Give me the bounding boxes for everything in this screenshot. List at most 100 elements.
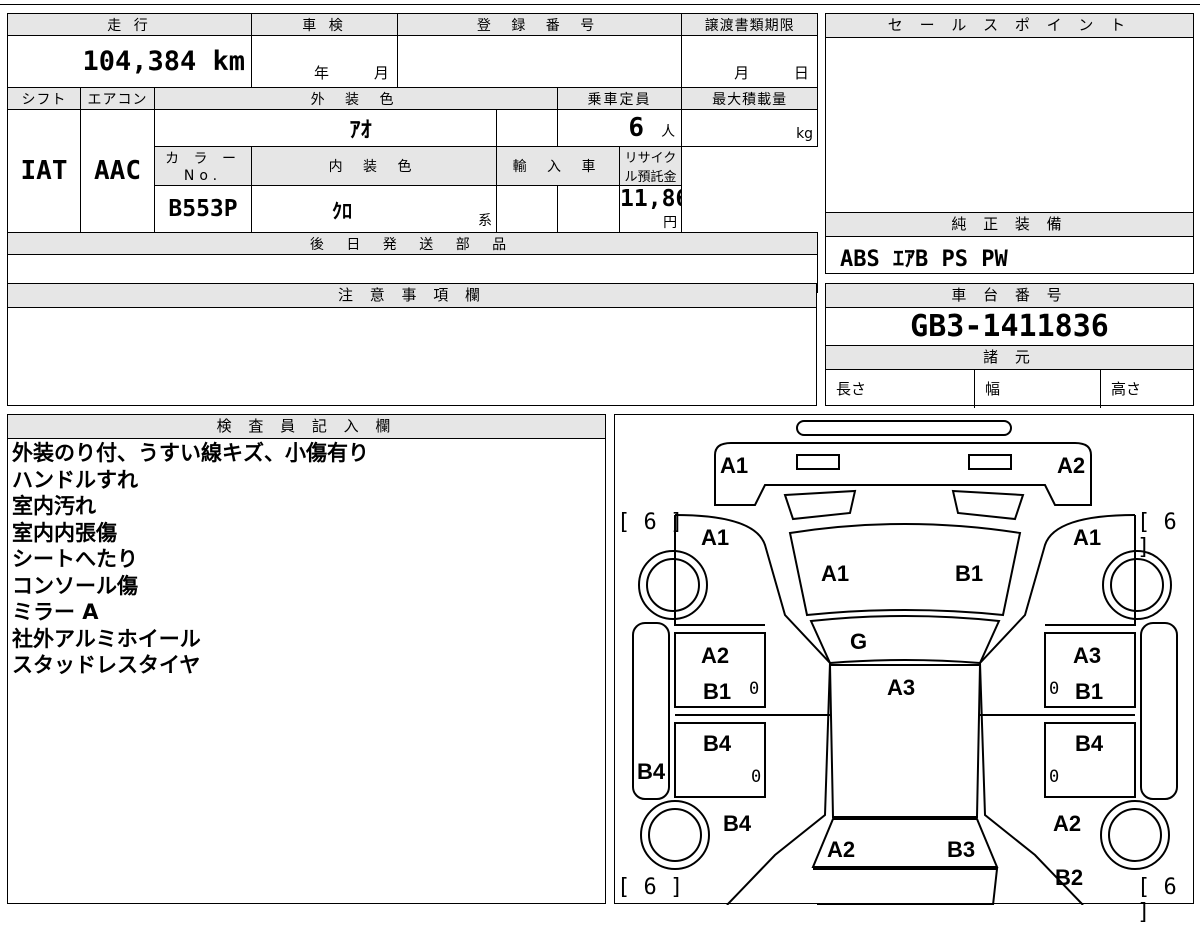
genuine-equipment-value: ABS ｴｱB PS PW: [840, 247, 1008, 272]
windshield-shape: [809, 615, 1001, 665]
chassis-box: 車 台 番 号 GB3-1411836 諸 元 長さ 幅 高さ: [825, 283, 1194, 408]
capacity-unit: 人: [661, 124, 676, 140]
diag-label-rear-fender-right: A2: [1053, 811, 1082, 836]
diag-label-fender-right: A1: [1073, 525, 1102, 550]
zero-mark: 0: [749, 679, 760, 699]
later-parts-label: 後 日 発 送 部 品: [6, 232, 819, 255]
diag-label-rear-right: B2: [1055, 865, 1084, 890]
diag-label-front-right: A2: [1057, 453, 1086, 478]
wheel-rear-right: [1100, 800, 1170, 870]
interior-color-value-cell: ｸﾛ 系: [251, 185, 498, 233]
diag-label-trunk-right: B3: [947, 837, 976, 862]
wheel-front-right: [1102, 550, 1172, 620]
front-bumper-shape: [796, 420, 1012, 436]
capacity-value-cell: 6 人: [557, 109, 683, 147]
diag-label-door-fr-1: A3: [1073, 643, 1102, 668]
capacity-value: 6: [628, 113, 644, 143]
diag-label-hood-left: A1: [821, 561, 850, 586]
exterior-color-value: ｱｵ: [349, 118, 372, 143]
recycle-value: 11,860: [620, 186, 681, 213]
inspector-label: 検 査 員 記 入 欄: [8, 415, 605, 439]
tire-depth-value: 6: [643, 875, 657, 900]
front-end-shape: [714, 442, 1092, 506]
import-value-cell-2: [557, 185, 621, 233]
ac-value-cell: AAC: [80, 109, 155, 233]
spec-length: 長さ: [826, 370, 975, 408]
diag-label-windshield: G: [850, 629, 868, 654]
mileage-value-cell: 104,384 km: [6, 35, 253, 88]
zero-mark: 0: [1049, 767, 1060, 787]
wheel-front-left: [638, 550, 708, 620]
genuine-equipment-box: 純 正 装 備 ABS ｴｱB PS PW: [825, 212, 1194, 274]
headlight-left: [796, 454, 840, 470]
shift-value: IAT: [20, 156, 68, 186]
transfer-month: 月: [734, 64, 750, 82]
registration-label: 登 録 番 号: [397, 13, 683, 36]
tire-depth-rear-right: [ 6 ]: [1137, 875, 1177, 925]
vehicle-info-table: 走 行 車 検 登 録 番 号 譲渡書類期限 104,384 km 年 月 月 …: [6, 13, 819, 293]
mileage-label: 走 行: [6, 13, 253, 36]
interior-color-suffix: 系: [478, 213, 493, 229]
sill-right: [1140, 622, 1178, 800]
recycle-label: リサイクル預託金: [619, 146, 683, 186]
exterior-color-value-cell: ｱｵ: [153, 109, 498, 147]
interior-color-value: ｸﾛ: [332, 198, 353, 223]
diag-label-front-left: A1: [720, 453, 749, 478]
ac-label: エアコン: [80, 87, 155, 110]
sales-point-label: セ ー ル ス ポ イ ン ト: [826, 14, 1193, 38]
zero-mark: 0: [1049, 679, 1060, 699]
shaken-month: 月: [373, 64, 389, 82]
inspector-note: ハンドルすれ: [12, 467, 138, 492]
diag-label-door-fl-2: B1: [703, 679, 732, 704]
chassis-label: 車 台 番 号: [826, 284, 1193, 308]
inspector-note: 室内汚れ: [12, 494, 96, 518]
wheel-rear-left: [640, 800, 710, 870]
max-load-value-cell: kg: [681, 109, 819, 147]
tire-depth-front-left: [ 6 ]: [617, 510, 684, 535]
diag-label-door-fr-2: B1: [1075, 679, 1104, 704]
inspector-note: スタッドレスタイヤ: [12, 653, 201, 677]
max-load-unit: kg: [796, 126, 814, 142]
diag-label-trunk-left: A2: [827, 837, 856, 862]
tire-depth-value: 6: [1163, 510, 1177, 535]
import-label: 輸 入 車: [496, 146, 621, 186]
headlight-right: [968, 454, 1012, 470]
shaken-value-cell: 年 月: [251, 35, 399, 88]
spec-height: 高さ: [1111, 380, 1142, 398]
shift-label: シフト: [7, 87, 81, 110]
inspector-note: コンソール傷: [12, 573, 138, 598]
import-value-cell-1: [496, 185, 559, 233]
transfer-value-cell: 月 日: [681, 35, 819, 88]
inspector-note: ミラー A: [12, 600, 99, 624]
diag-label-door-fl-1: A2: [701, 643, 730, 668]
spec-width: 幅: [975, 370, 1101, 408]
transfer-day: 日: [793, 64, 809, 82]
color-no-value-cell: B553P: [153, 185, 253, 233]
exterior-color-extra-cell: [496, 109, 559, 147]
color-no-label: カ ラ ー No.: [153, 146, 253, 186]
max-load-label: 最大積載量: [681, 87, 819, 110]
recycle-value-cell: 11,860 円: [619, 185, 683, 233]
diag-label-hood-right: B1: [955, 561, 984, 586]
inspector-note: 社外アルミホイール: [12, 626, 201, 651]
inspector-note: 外装のり付、うすい線キズ、小傷有り: [12, 441, 369, 465]
specs-label: 諸 元: [826, 346, 1193, 370]
notice-label: 注 意 事 項 欄: [8, 284, 816, 308]
shift-value-cell: IAT: [7, 109, 81, 233]
tire-depth-rear-left: [ 6 ]: [617, 875, 684, 900]
inspector-note: シートへたり: [12, 547, 138, 571]
chassis-value: GB3-1411836: [826, 308, 1193, 346]
ac-value: AAC: [94, 156, 141, 186]
interior-color-label: 内 装 色: [251, 146, 498, 186]
diag-label-sill-left: B4: [637, 759, 666, 784]
shaken-label: 車 検: [251, 13, 399, 36]
diag-label-door-rr: B4: [1075, 731, 1104, 756]
top-clipped-strip: [0, 0, 1200, 5]
tire-depth-front-right: [ 6 ]: [1137, 510, 1177, 560]
inspector-notes: 外装のり付、うすい線キズ、小傷有り ハンドルすれ 室内汚れ 室内内張傷 シートへ…: [12, 440, 602, 679]
diag-label-door-rl: B4: [703, 731, 732, 756]
transfer-deadline-label: 譲渡書類期限: [681, 13, 819, 36]
genuine-equipment-label: 純 正 装 備: [826, 213, 1193, 237]
mileage-value: 104,384 km: [82, 46, 246, 77]
tire-depth-value: 6: [643, 510, 657, 535]
